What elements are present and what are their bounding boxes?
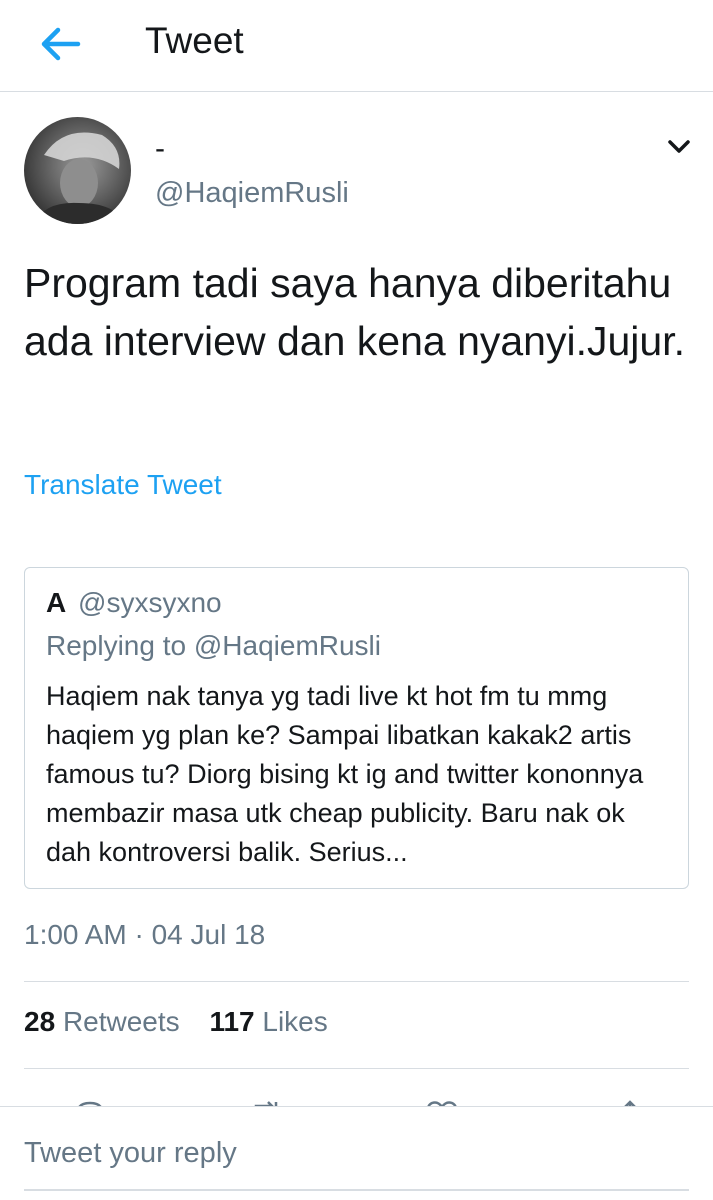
quoted-replying-to: Replying to @HaqiemRusli [46, 630, 382, 661]
more-options-button[interactable] [664, 134, 694, 160]
like-icon[interactable] [424, 1098, 460, 1106]
likes-stat[interactable]: 117 Likes [209, 1006, 327, 1037]
tweet-actions [0, 1092, 713, 1106]
author-handle[interactable]: @HaqiemRusli [155, 175, 349, 211]
reply-input[interactable] [24, 1129, 689, 1177]
likes-label: Likes [262, 1006, 328, 1037]
arrow-left-icon [41, 27, 81, 61]
reply-input-underline [24, 1189, 689, 1191]
retweet-icon[interactable] [248, 1098, 284, 1106]
author-display-name[interactable]: - [155, 132, 165, 166]
tweet-timestamp: 1:00 AM · 04 Jul 18 [24, 919, 266, 950]
chevron-down-icon [668, 140, 690, 153]
quoted-tweet-text: Haqiem nak tanya yg tadi live kt hot fm … [46, 681, 644, 867]
likes-count: 117 [209, 1006, 255, 1037]
retweets-count: 28 [24, 1006, 56, 1037]
quoted-author-name: A [46, 587, 67, 618]
retweets-stat[interactable]: 28 Retweets [24, 1006, 180, 1037]
quoted-author-handle: @syxsyxno [78, 587, 222, 618]
retweets-label: Retweets [62, 1006, 180, 1037]
quoted-tweet-author: A @syxsyxno [46, 586, 222, 620]
quoted-tweet-card[interactable]: A @syxsyxno Replying to @HaqiemRusli Haq… [24, 567, 689, 889]
top-bar: Tweet [0, 0, 713, 92]
reply-composer [0, 1106, 713, 1200]
avatar[interactable] [24, 117, 131, 224]
tweet-stats: 28 Retweets 117 Likes [24, 1004, 328, 1040]
back-button[interactable] [30, 16, 90, 72]
divider [24, 1068, 689, 1069]
tweet-detail-screen: Tweet - @HaqiemRusli Program tadi saya h… [0, 0, 713, 1200]
tweet-text: Program tadi saya hanya diberitahu ada i… [24, 260, 685, 364]
share-icon[interactable] [612, 1098, 648, 1106]
divider [24, 981, 689, 982]
page-title: Tweet [145, 20, 244, 61]
avatar-photo [34, 132, 124, 224]
reply-icon[interactable] [72, 1098, 108, 1106]
translate-tweet-link[interactable]: Translate Tweet [24, 467, 222, 503]
